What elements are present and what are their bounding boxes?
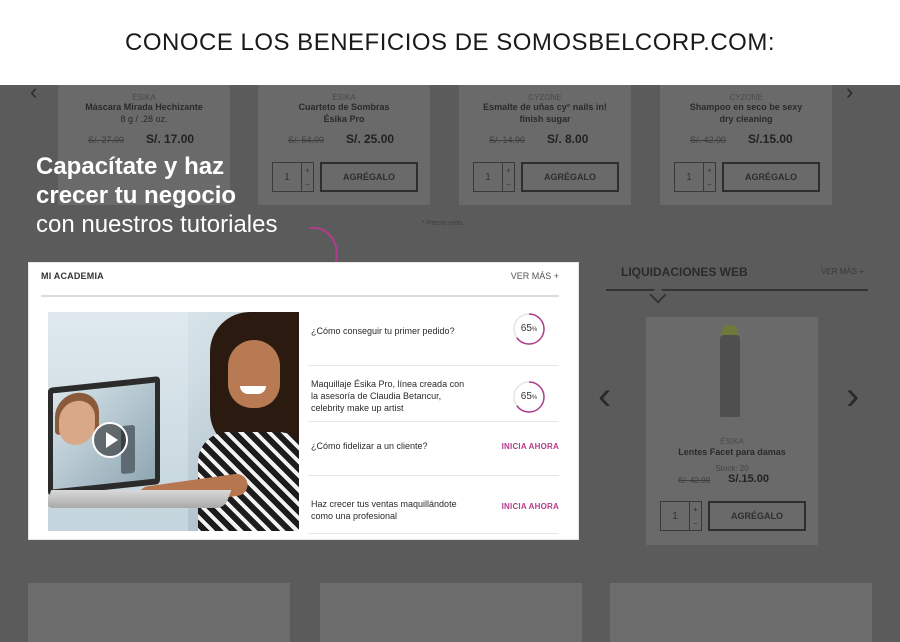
quantity-stepper[interactable]: + − (503, 162, 515, 192)
product-detail: 8 g / .28 oz. (120, 114, 168, 124)
video-thumbnail[interactable] (48, 312, 299, 531)
product-price: S/. 8.00 (547, 132, 589, 146)
liquidaciones-more-link[interactable]: VER MÁS + (821, 267, 864, 276)
laptop-base (48, 490, 232, 508)
promo-headline: Capacítate y haz crecer tu negocio con n… (36, 152, 277, 240)
product-old-price: S/. 54.00 (288, 135, 325, 145)
price-note: * Precio neto. (422, 220, 465, 227)
lesson-title[interactable]: ¿Cómo fidelizar a un cliente? (311, 440, 471, 452)
quantity-stepper[interactable]: + − (690, 501, 702, 531)
product-card: CYZONE Esmalte de uñas cy° nails in! fin… (459, 85, 631, 205)
product-stock: Stock: 20 (715, 464, 749, 473)
start-now-link[interactable]: INICIA AHORA (502, 442, 559, 451)
quantity-input[interactable]: 1 (674, 162, 704, 192)
start-now-link[interactable]: INICIA AHORA (502, 502, 559, 511)
progress-value: 65% (520, 391, 538, 402)
add-to-cart-button[interactable]: AGRÉGALO (722, 162, 820, 192)
tab-notch (649, 286, 667, 304)
product-name[interactable]: Máscara Mirada Hechizante (58, 101, 230, 113)
quantity-input[interactable]: 1 (660, 501, 690, 531)
chevron-left-icon[interactable]: ‹ (598, 376, 611, 416)
product-old-price: S/. 27.00 (88, 135, 125, 145)
product-card: CYZONE Shampoo en seco be sexy dry clean… (660, 85, 832, 205)
woman-face (228, 340, 280, 408)
product-old-price: S/. 14.90 (489, 135, 526, 145)
product-old-price: S/. 42.00 (678, 476, 711, 485)
thumbnail-image[interactable] (28, 583, 290, 642)
academy-more-link[interactable]: VER MÁS + (511, 271, 559, 281)
add-to-cart-button[interactable]: AGRÉGALO (708, 501, 806, 531)
academy-title: MI ACADEMIA (41, 271, 104, 281)
add-to-cart-button[interactable]: AGRÉGALO (521, 162, 619, 192)
product-image[interactable] (720, 335, 740, 417)
lesson-title[interactable]: Haz crecer tus ventas maquillándote como… (311, 498, 471, 522)
chevron-left-icon[interactable]: ‹ (30, 81, 37, 103)
product-name[interactable]: Cuarteto de Sombras (258, 101, 430, 113)
product-brand: ÉSIKA (720, 437, 744, 446)
progress-value: 65% (520, 323, 538, 334)
top-banner: CONOCE LOS BENEFICIOS DE SOMOSBELCORP.CO… (0, 0, 900, 85)
list-item[interactable]: Maquillaje Ésika Pro, línea creada con l… (308, 368, 559, 422)
quantity-stepper[interactable]: + − (302, 162, 314, 192)
banner-title: CONOCE LOS BENEFICIOS DE SOMOSBELCORP.CO… (124, 28, 775, 56)
chevron-right-icon[interactable]: › (846, 376, 859, 416)
product-price: S/. 17.00 (146, 132, 195, 146)
display-model-face (59, 398, 95, 447)
product-price: S/.15.00 (748, 132, 793, 146)
chevron-right-icon[interactable]: › (846, 81, 853, 103)
list-item[interactable]: ¿Cómo fidelizar a un cliente? INICIA AHO… (308, 424, 559, 476)
promo-line-3: con nuestros tutoriales (36, 211, 278, 238)
thumbnail-image[interactable] (610, 583, 872, 642)
add-to-cart-button[interactable]: AGRÉGALO (320, 162, 418, 192)
play-icon (105, 432, 118, 448)
product-name[interactable]: Lentes Facet para damas (646, 447, 818, 457)
product-detail: Ésika Pro (323, 114, 365, 124)
product-detail: dry cleaning (719, 114, 773, 124)
product-old-price: S/. 42.00 (690, 135, 727, 145)
promo-line-2: crecer tu negocio (36, 182, 237, 209)
play-button[interactable] (92, 422, 128, 458)
liquidaciones-header: LIQUIDACIONES WEB VER MÁS + (606, 265, 868, 304)
list-item[interactable]: Haz crecer tus ventas maquillándote como… (308, 478, 559, 534)
product-detail: finish sugar (519, 114, 571, 124)
quantity-stepper[interactable]: + − (704, 162, 716, 192)
list-item[interactable]: ¿Cómo conseguir tu primer pedido? 65% (308, 312, 559, 366)
promo-line-1: Capacítate y haz (36, 153, 225, 180)
product-price: S/. 25.00 (346, 132, 395, 146)
liquidaciones-title: LIQUIDACIONES WEB (621, 265, 748, 279)
academy-panel: MI ACADEMIA VER MÁS + ¿Cómo conseguir tu… (28, 262, 579, 540)
progress-ring: 65% (512, 312, 546, 346)
product-card: ÉSIKA Cuarteto de Sombras Ésika Pro S/. … (258, 85, 430, 205)
divider (41, 295, 559, 297)
product-card: ÉSIKA Lentes Facet para damas Stock: 20 … (646, 317, 818, 545)
progress-ring: 65% (512, 380, 546, 414)
product-name[interactable]: Esmalte de uñas cy° nails in! (459, 101, 631, 113)
lesson-title[interactable]: ¿Cómo conseguir tu primer pedido? (311, 325, 471, 337)
thumbnail-image[interactable] (320, 583, 582, 642)
woman-smile (240, 386, 266, 394)
product-price: S/.15.00 (728, 473, 769, 485)
product-name[interactable]: Shampoo en seco be sexy (660, 101, 832, 113)
quantity-input[interactable]: 1 (473, 162, 503, 192)
lesson-title[interactable]: Maquillaje Ésika Pro, línea creada con l… (311, 378, 471, 414)
